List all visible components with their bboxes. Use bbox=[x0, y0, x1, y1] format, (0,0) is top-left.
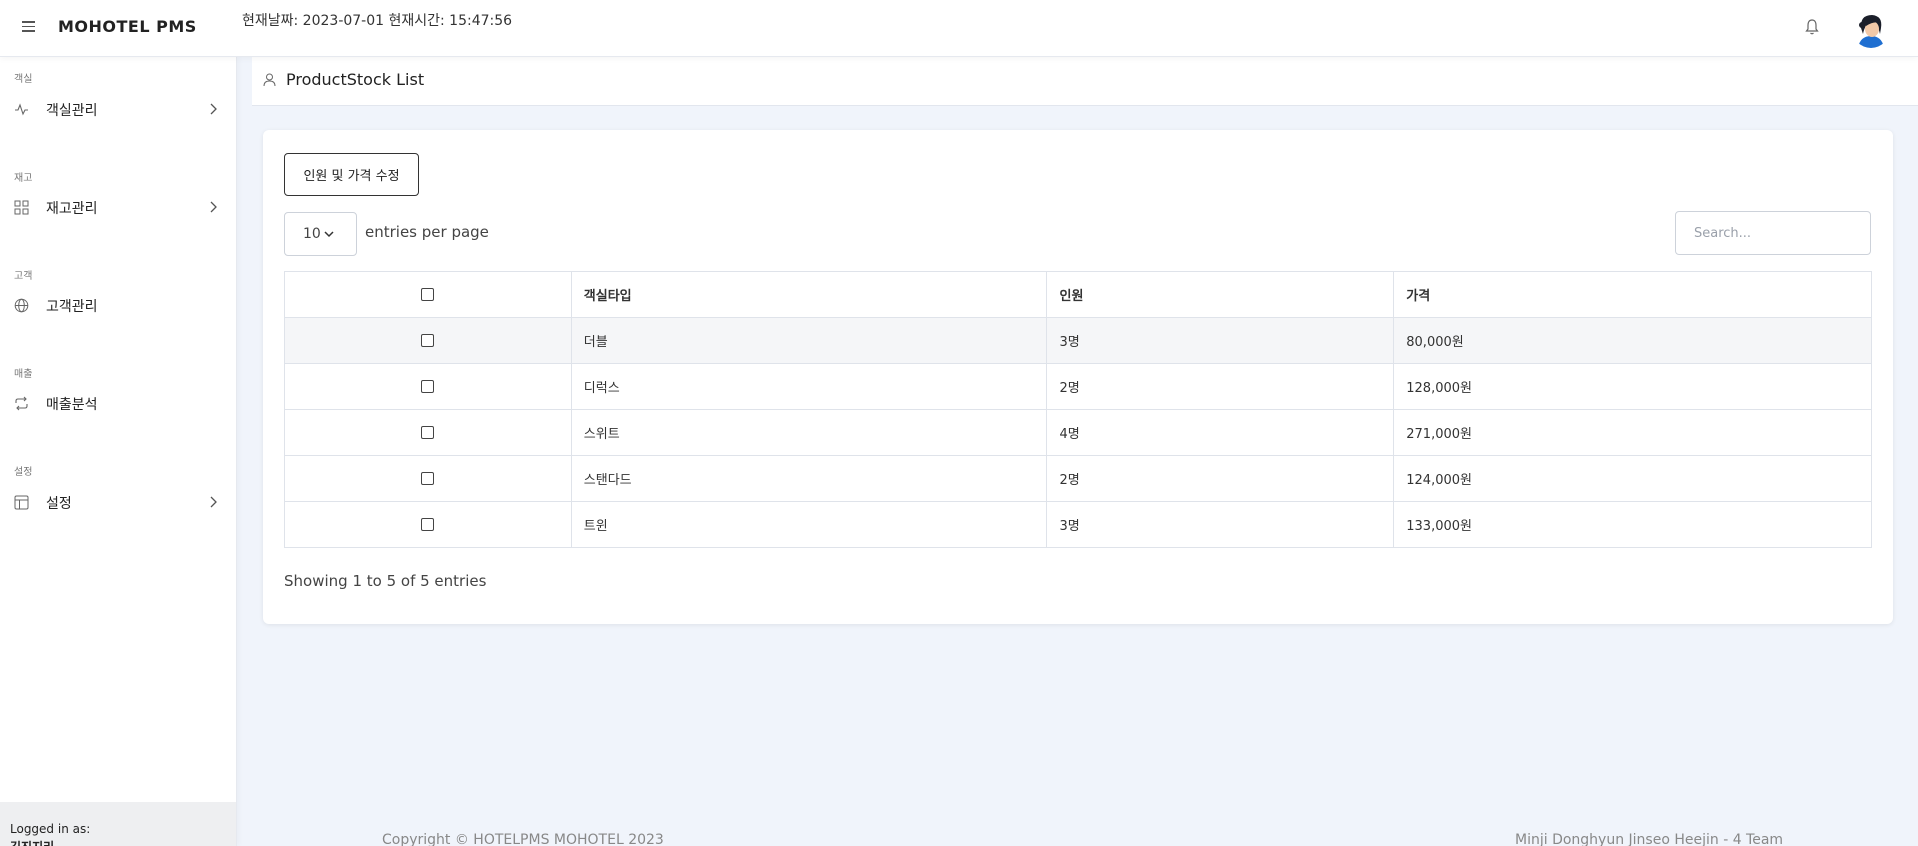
chevron-right-icon bbox=[210, 496, 217, 508]
sidebar-item-customer-management[interactable]: 고객관리 bbox=[0, 288, 236, 322]
sidebar-item-label: 고객관리 bbox=[46, 299, 98, 315]
sidebar-heading-customer: 고객 bbox=[14, 271, 33, 282]
row-checkbox[interactable] bbox=[421, 472, 435, 485]
sidebar-heading-settings: 설정 bbox=[14, 467, 33, 478]
avatar[interactable] bbox=[1852, 10, 1890, 48]
sidebar: 객실 객실관리 재고 재고관리 고객 고객관리 매출 매출분석 설정 설정 Lo… bbox=[0, 57, 237, 846]
current-datetime: 현재날짜: 2023-07-01 현재시간: 15:47:56 bbox=[242, 13, 513, 29]
price-cell: 271,000원 bbox=[1393, 409, 1872, 456]
row-checkbox[interactable] bbox=[421, 426, 435, 439]
sidebar-item-stock-management[interactable]: 재고관리 bbox=[0, 190, 236, 224]
entries-per-page-value: 10 bbox=[303, 226, 321, 242]
chevron-right-icon bbox=[210, 201, 217, 213]
column-header-price[interactable]: 가격 bbox=[1393, 271, 1872, 318]
entries-per-page-select[interactable]: 10 bbox=[284, 212, 357, 256]
repeat-icon bbox=[15, 396, 28, 411]
column-header-people[interactable]: 인원 bbox=[1046, 271, 1395, 318]
sidebar-item-room-management[interactable]: 객실관리 bbox=[0, 92, 236, 126]
price-cell: 133,000원 bbox=[1393, 501, 1872, 548]
edit-capacity-price-button[interactable]: 인원 및 가격 수정 bbox=[284, 153, 419, 196]
layout-icon bbox=[14, 495, 29, 510]
sidebar-heading-sales: 매출 bbox=[14, 369, 33, 380]
sidebar-item-sales-analysis[interactable]: 매출분석 bbox=[0, 386, 236, 420]
sidebar-item-label: 매출분석 bbox=[46, 397, 98, 413]
people-cell: 2명 bbox=[1046, 363, 1395, 410]
user-icon bbox=[263, 73, 276, 87]
room-type-cell: 더블 bbox=[570, 317, 1048, 364]
people-cell: 4명 bbox=[1046, 409, 1395, 456]
globe-icon bbox=[14, 298, 29, 313]
grid-icon bbox=[14, 200, 29, 215]
table-row[interactable]: 스위트 4명 271,000원 bbox=[284, 409, 1872, 456]
product-stock-card: 인원 및 가격 수정 10 entries per page 객실타입 인원 가… bbox=[263, 130, 1893, 624]
room-type-cell: 트윈 bbox=[570, 501, 1048, 548]
price-cell: 124,000원 bbox=[1393, 455, 1872, 502]
table-header-row: 객실타입 인원 가격 bbox=[284, 271, 1872, 318]
table-info-text: Showing 1 to 5 of 5 entries bbox=[284, 572, 487, 590]
logged-in-label: Logged in as: bbox=[10, 822, 91, 836]
footer-team: Minji Donghyun Jinseo Heejin - 4 Team bbox=[1515, 832, 1784, 846]
row-checkbox-cell bbox=[284, 363, 572, 410]
room-type-cell: 스위트 bbox=[570, 409, 1048, 456]
logged-in-user-name: 김진지리 bbox=[10, 838, 54, 846]
sidebar-heading-room: 객실 bbox=[14, 74, 33, 85]
row-checkbox[interactable] bbox=[421, 334, 435, 347]
row-checkbox-cell bbox=[284, 455, 572, 502]
row-checkbox-cell bbox=[284, 501, 572, 548]
search-input[interactable] bbox=[1675, 211, 1871, 255]
room-type-cell: 스탠다드 bbox=[570, 455, 1048, 502]
select-all-checkbox[interactable] bbox=[421, 288, 435, 301]
sidebar-user-footer: Logged in as: 김진지리 bbox=[0, 802, 236, 846]
row-checkbox-cell bbox=[284, 409, 572, 456]
people-cell: 3명 bbox=[1046, 317, 1395, 364]
sidebar-item-label: 설정 bbox=[46, 496, 72, 512]
sidebar-item-label: 재고관리 bbox=[46, 201, 98, 217]
table-row[interactable]: 디럭스 2명 128,000원 bbox=[284, 363, 1872, 410]
sidebar-item-settings[interactable]: 설정 bbox=[0, 485, 236, 519]
menu-toggle-icon[interactable] bbox=[22, 21, 35, 32]
footer-copyright: Copyright © HOTELPMS MOHOTEL 2023 bbox=[382, 832, 664, 846]
bell-icon[interactable] bbox=[1804, 18, 1820, 36]
table-row[interactable]: 스탠다드 2명 124,000원 bbox=[284, 455, 1872, 502]
room-type-cell: 디럭스 bbox=[570, 363, 1048, 410]
table-row[interactable]: 더블 3명 80,000원 bbox=[284, 317, 1872, 364]
price-cell: 80,000원 bbox=[1393, 317, 1872, 364]
people-cell: 3명 bbox=[1046, 501, 1395, 548]
select-all-cell bbox=[284, 271, 572, 318]
row-checkbox[interactable] bbox=[421, 380, 435, 393]
sidebar-item-label: 객실관리 bbox=[46, 103, 98, 119]
sidebar-heading-stock: 재고 bbox=[14, 173, 33, 184]
brand-logo[interactable]: MOHOTEL PMS bbox=[58, 17, 197, 36]
people-cell: 2명 bbox=[1046, 455, 1395, 502]
page-header: ProductStock List bbox=[252, 57, 1918, 106]
top-navbar: MOHOTEL PMS 현재날짜: 2023-07-01 현재시간: 15:47… bbox=[0, 0, 1918, 57]
table-row[interactable]: 트윈 3명 133,000원 bbox=[284, 501, 1872, 548]
activity-icon bbox=[15, 103, 28, 116]
product-stock-table: 객실타입 인원 가격 더블 3명 80,000원 디럭스 2명 128,000원… bbox=[284, 271, 1872, 548]
chevron-right-icon bbox=[210, 103, 217, 115]
page-title: ProductStock List bbox=[286, 70, 425, 89]
row-checkbox-cell bbox=[284, 317, 572, 364]
chevron-down-icon bbox=[324, 231, 334, 238]
entries-per-page-label: entries per page bbox=[365, 223, 489, 241]
column-header-room-type[interactable]: 객실타입 bbox=[570, 271, 1048, 318]
price-cell: 128,000원 bbox=[1393, 363, 1872, 410]
row-checkbox[interactable] bbox=[421, 518, 435, 531]
